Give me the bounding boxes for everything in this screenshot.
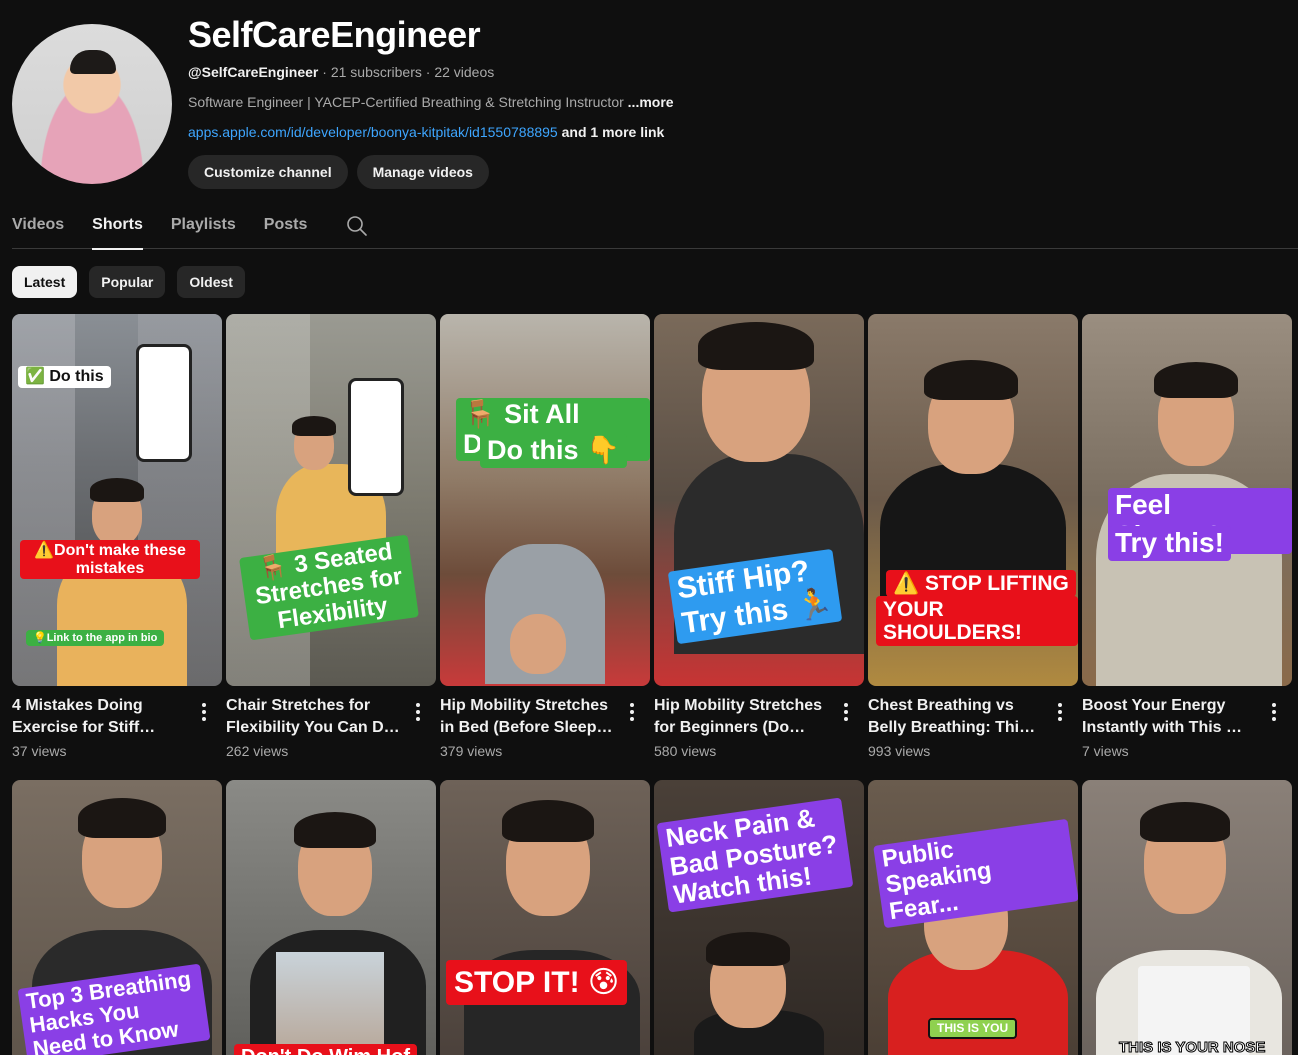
thumb-overlay: Public Speaking Fear... xyxy=(873,818,1078,929)
tab-videos[interactable]: Videos xyxy=(12,204,64,249)
meta-separator: · xyxy=(322,64,327,80)
short-thumbnail[interactable]: THIS IS YOUR NOSE xyxy=(1082,780,1292,1055)
short-thumbnail[interactable]: Stiff Hip? Try this 🏃 xyxy=(654,314,864,686)
short-info: Boost Your Energy Instantly with This … … xyxy=(1082,686,1292,768)
more-vert-icon[interactable] xyxy=(192,700,216,724)
thumb-overlay: ✅ Do this xyxy=(18,366,111,388)
short-card: Neck Pain & Bad Posture? Watch this! xyxy=(654,780,864,1055)
short-info: Chest Breathing vs Belly Breathing: This… xyxy=(868,686,1078,768)
chip-popular[interactable]: Popular xyxy=(89,266,166,298)
short-info: Chair Stretches for Flexibility You Can … xyxy=(226,686,436,768)
short-card: Public Speaking Fear... THIS IS YOU xyxy=(868,780,1078,1055)
tab-playlists[interactable]: Playlists xyxy=(171,204,236,249)
channel-actions: Customize channel Manage videos xyxy=(188,155,489,189)
short-info: Hip Mobility Stretches for Beginners (Do… xyxy=(654,686,864,768)
short-thumbnail[interactable]: Feel Sleepy? Try this! xyxy=(1082,314,1292,686)
short-card: ⚠️ STOP LIFTING YOUR SHOULDERS! Chest Br… xyxy=(868,314,1078,768)
short-views: 7 views xyxy=(1082,743,1129,759)
short-views: 37 views xyxy=(12,743,67,759)
thumb-overlay: Neck Pain & Bad Posture? Watch this! xyxy=(656,797,854,913)
channel-link-url[interactable]: apps.apple.com/id/developer/boonya-kitpi… xyxy=(188,124,558,140)
short-title[interactable]: Chest Breathing vs Belly Breathing: This… xyxy=(868,695,1044,739)
phone-mockup xyxy=(136,344,192,462)
thumb-overlay: STOP IT! 😰 xyxy=(446,960,628,1005)
chip-latest[interactable]: Latest xyxy=(12,266,78,298)
more-vert-icon[interactable] xyxy=(1048,700,1072,724)
description-text: Software Engineer | YACEP-Certified Brea… xyxy=(188,94,628,110)
short-views: 262 views xyxy=(226,743,289,759)
thumb-overlay: Don't Do Wim Hof xyxy=(234,1044,417,1055)
thumb-overlay: Try this! xyxy=(1108,526,1231,561)
thumb-overlay: ⚠️ STOP LIFTING xyxy=(886,570,1076,598)
inset-photo xyxy=(276,952,384,1052)
manage-videos-button[interactable]: Manage videos xyxy=(356,155,489,189)
short-info: Hip Mobility Stretches in Bed (Before Sl… xyxy=(440,686,650,768)
meta-separator: · xyxy=(425,64,431,80)
short-title[interactable]: Hip Mobility Stretches for Beginners (Do… xyxy=(654,695,830,739)
thumb-overlay: 💡Link to the app in bio xyxy=(26,630,165,647)
channel-avatar[interactable] xyxy=(12,24,172,184)
short-card: Don't Do Wim Hof xyxy=(226,780,436,1055)
short-thumbnail[interactable]: Public Speaking Fear... THIS IS YOU xyxy=(868,780,1078,1055)
short-thumbnail[interactable]: Top 3 Breathing Hacks You Need to Know xyxy=(12,780,222,1055)
channel-links: apps.apple.com/id/developer/boonya-kitpi… xyxy=(188,124,664,140)
short-views: 580 views xyxy=(654,743,717,759)
short-views: 993 views xyxy=(868,743,931,759)
video-count: 22 videos xyxy=(434,64,495,80)
short-thumbnail[interactable]: 🪑 3 Seated Stretches for Flexibility xyxy=(226,314,436,686)
short-thumbnail[interactable]: ⚠️ STOP LIFTING YOUR SHOULDERS! xyxy=(868,314,1078,686)
short-card: ✅ Do this ⚠️Don't make these mistakes 💡L… xyxy=(12,314,222,768)
short-info: 4 Mistakes Doing Exercise for Stiff Neck… xyxy=(12,686,222,768)
thumb-overlay: YOUR SHOULDERS! xyxy=(876,596,1078,647)
search-icon[interactable] xyxy=(345,214,369,238)
short-thumbnail[interactable]: Neck Pain & Bad Posture? Watch this! xyxy=(654,780,864,1055)
more-vert-icon[interactable] xyxy=(1262,700,1286,724)
short-thumbnail[interactable]: Don't Do Wim Hof xyxy=(226,780,436,1055)
short-title[interactable]: Boost Your Energy Instantly with This … xyxy=(1082,695,1258,739)
short-card: 🪑 Sit All Day? Do this 👇 Hip Mobility St… xyxy=(440,314,650,768)
short-card: STOP IT! 😰 xyxy=(440,780,650,1055)
more-vert-icon[interactable] xyxy=(834,700,858,724)
short-card: Feel Sleepy? Try this! Boost Your Energy… xyxy=(1082,314,1292,768)
channel-tabs: Videos Shorts Playlists Posts xyxy=(12,204,1298,250)
short-thumbnail[interactable]: ✅ Do this ⚠️Don't make these mistakes 💡L… xyxy=(12,314,222,686)
customize-channel-button[interactable]: Customize channel xyxy=(188,155,348,189)
chip-oldest[interactable]: Oldest xyxy=(177,266,245,298)
thumb-overlay: Do this 👇 xyxy=(480,434,627,468)
short-title[interactable]: 4 Mistakes Doing Exercise for Stiff Neck… xyxy=(12,695,188,739)
more-vert-icon[interactable] xyxy=(620,700,644,724)
channel-description: Software Engineer | YACEP-Certified Brea… xyxy=(188,94,674,110)
phone-mockup xyxy=(348,378,404,496)
short-title[interactable]: Hip Mobility Stretches in Bed (Before Sl… xyxy=(440,695,616,739)
thumb-overlay: ⚠️Don't make these mistakes xyxy=(20,540,200,580)
shorts-grid: ✅ Do this ⚠️Don't make these mistakes 💡L… xyxy=(12,314,1292,1055)
subscriber-count: 21 subscribers xyxy=(330,64,422,80)
short-thumbnail[interactable]: STOP IT! 😰 xyxy=(440,780,650,1055)
tab-shorts[interactable]: Shorts xyxy=(92,204,143,250)
description-more-link[interactable]: ...more xyxy=(628,94,674,110)
tab-posts[interactable]: Posts xyxy=(264,204,308,249)
more-links-button[interactable]: and 1 more link xyxy=(558,124,665,140)
channel-meta: @SelfCareEngineer · 21 subscribers · 22 … xyxy=(188,64,494,80)
channel-handle: @SelfCareEngineer xyxy=(188,64,319,80)
short-title[interactable]: Chair Stretches for Flexibility You Can … xyxy=(226,695,402,739)
sort-chips: Latest Popular Oldest xyxy=(12,266,245,298)
short-thumbnail[interactable]: 🪑 Sit All Day? Do this 👇 xyxy=(440,314,650,686)
short-views: 379 views xyxy=(440,743,503,759)
short-card: 🪑 3 Seated Stretches for Flexibility Cha… xyxy=(226,314,436,768)
thumb-overlay: THIS IS YOUR NOSE xyxy=(1118,1039,1266,1055)
short-card: THIS IS YOUR NOSE xyxy=(1082,780,1292,1055)
avatar-hair xyxy=(70,50,116,74)
more-vert-icon[interactable] xyxy=(406,700,430,724)
short-card: Stiff Hip? Try this 🏃 Hip Mobility Stretc… xyxy=(654,314,864,768)
thumb-overlay: THIS IS YOU xyxy=(928,1018,1018,1040)
channel-name: SelfCareEngineer xyxy=(188,14,481,55)
short-card: Top 3 Breathing Hacks You Need to Know xyxy=(12,780,222,1055)
